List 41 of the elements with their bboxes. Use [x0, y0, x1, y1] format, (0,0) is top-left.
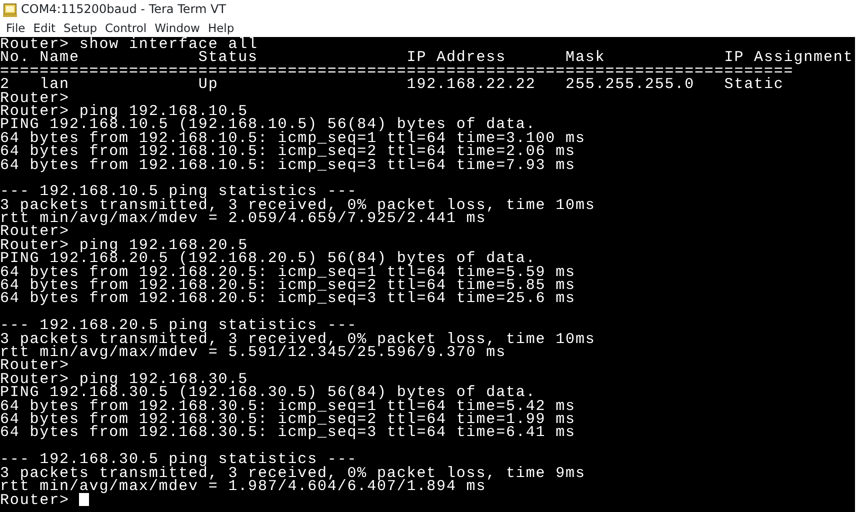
terminal-line: rtt min/avg/max/mdev = 5.591/12.345/25.596/9.370 ms: [0, 346, 507, 360]
terminal-line: 64 bytes from 192.168.20.5: icmp_seq=2 ttl=64 time=5.85 ms: [0, 279, 576, 292]
menu-item[interactable]: Edit: [29, 19, 60, 37]
window-title: COM4:115200baud - Tera Term VT: [21, 1, 226, 18]
terminal-line: 64 bytes from 192.168.20.5: icmp_seq=1 ttl=64 time=5.59 ms: [0, 266, 576, 280]
terminal-line: rtt min/avg/max/mdev = 1.987/4.604/6.407/1.894 ms: [0, 480, 486, 494]
terminal-line: 3 packets transmitted, 3 received, 0% packet loss, time 10ms: [0, 198, 596, 212]
terminal-line: Router> ping 192.168.20.5: [0, 238, 248, 252]
terminal-line: 64 bytes from 192.168.30.5: icmp_seq=2 ttl=64 time=1.99 ms: [0, 412, 576, 426]
menu-item[interactable]: Setup: [60, 19, 102, 37]
terminal-line: --- 192.168.20.5 ping statistics ---: [0, 319, 358, 333]
terminal-line: PING 192.168.10.5 (192.168.10.5) 56(84) bytes of data.: [0, 118, 536, 132]
terminal-line: 64 bytes from 192.168.30.5: icmp_seq=1 ttl=64 time=5.42 ms: [0, 400, 576, 413]
terminal-line: Router>: [0, 225, 70, 239]
text-cursor: [79, 493, 90, 506]
menu-item[interactable]: Control: [101, 19, 151, 37]
terminal-line: Router> ping 192.168.10.5: [0, 104, 248, 118]
terminal-line: --- 192.168.10.5 ping statistics ---: [0, 185, 358, 199]
terminal-line: --- 192.168.30.5 ping statistics ---: [0, 453, 358, 466]
terminal-line: 64 bytes from 192.168.10.5: icmp_seq=1 ttl=64 time=3.100 ms: [0, 132, 586, 146]
terminal-line: 64 bytes from 192.168.10.5: icmp_seq=2 ttl=64 time=2.06 ms: [0, 145, 576, 159]
terminal-line: PING 192.168.20.5 (192.168.20.5) 56(84) bytes of data.: [0, 252, 536, 266]
terminal-line: PING 192.168.30.5 (192.168.30.5) 56(84) bytes of data.: [0, 386, 536, 400]
terminal-line: 3 packets transmitted, 3 received, 0% packet loss, time 10ms: [0, 332, 596, 346]
terminal-line: Router> show interface all: [0, 38, 259, 52]
terminal-app-icon: [3, 2, 17, 16]
terminal-line: 64 bytes from 192.168.30.5: icmp_seq=3 ttl=64 time=6.41 ms: [0, 426, 576, 440]
menu-item[interactable]: Window: [150, 19, 204, 37]
terminal-line: 2 lan Up 192.168.22.22 255.255.255.0 Static: [0, 78, 785, 92]
terminal-line: Router>: [0, 92, 70, 105]
terminal-line: 64 bytes from 192.168.20.5: icmp_seq=3 ttl=64 time=25.6 ms: [0, 292, 576, 306]
menu-item[interactable]: Help: [204, 19, 238, 37]
terminal-prompt: Router>: [0, 492, 70, 510]
terminal-line: 3 packets transmitted, 3 received, 0% packet loss, time 9ms: [0, 466, 586, 480]
terminal-line: Router> ping 192.168.30.5: [0, 372, 248, 386]
menu-item[interactable]: File: [2, 19, 30, 37]
terminal-line: rtt min/avg/max/mdev = 2.059/4.659/7.925/2.441 ms: [0, 212, 486, 226]
terminal-line: 64 bytes from 192.168.10.5: icmp_seq=3 ttl=64 time=7.93 ms: [0, 158, 576, 172]
terminal-line: No. Name Status IP Address Mask IP Assignment: [0, 51, 854, 65]
terminal-line: ================================================================================: [0, 64, 794, 78]
terminal-line: Router>: [0, 359, 70, 373]
